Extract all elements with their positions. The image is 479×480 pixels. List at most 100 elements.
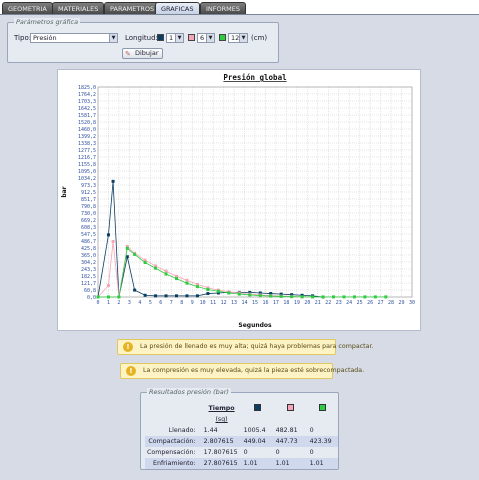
y-tick-label: 851,7 [81,197,96,203]
row-v2: 1.01 [273,458,308,469]
chart-container: Presión global 1825,0 1764,2 1703,3 1642,5 15… [57,69,421,331]
row-v3: 423.39 [307,436,338,447]
series-1-swatch [254,404,262,411]
y-tick-label: 1520,8 [78,120,96,126]
row-compactacion: Compactación: 2.807615 449.04 447.73 423… [145,436,338,447]
series-3-point [290,295,294,299]
x-tick-label: 7 [170,300,173,306]
x-tick-label: 2 [117,300,120,306]
x-tick-label: 27 [378,300,384,306]
y-tick-label: 0,0 [87,295,96,301]
chevron-down-icon: ▼ [175,34,183,42]
chevron-down-icon: ▼ [206,34,214,42]
series-3-point [373,295,377,299]
row-compensacion: Compensación: 17.807615 0 0 0 [145,447,338,458]
y-tick-label: 1764,2 [78,92,96,98]
y-tick-label: 1338,3 [78,141,96,147]
y-tick-label: 304,2 [81,260,96,266]
col-tiempo: Tiempo [208,405,235,412]
tipo-select[interactable]: Presión ▼ [30,33,118,43]
x-tick-label: 25 [357,300,363,306]
y-tick-label: 608,3 [81,225,96,231]
x-tick-label: 20 [304,300,310,306]
tab-graficas[interactable]: GRAFICAS [155,2,200,14]
row-label: Compensación: [147,449,196,456]
series-1-point [133,288,137,292]
x-tick-label: 5 [149,300,152,306]
row-enfriamiento: Enfriamiento: 27.807615 1.01 1.01 1.01 [145,458,338,469]
series-1-point [164,294,168,298]
tab-geometria[interactable]: GEOMETRIA [2,2,53,14]
row-v1: 1005.4 [243,427,266,434]
swatch-series-3 [219,34,226,41]
row-label: Compactación: [145,436,202,447]
y-axis-label: bar [61,186,68,197]
warning-icon: ! [123,342,133,352]
results-legend: Resultados presión (bar) [147,388,231,396]
y-tick-label: 547,5 [81,232,96,238]
y-tick-label: 1399,2 [78,134,96,140]
series-3-point [384,295,388,299]
y-tick-label: 1095,0 [78,169,96,175]
warning-icon: ! [126,366,136,376]
y-tick-label: 1034,2 [78,176,96,182]
pressure-chart: Presión global1825,01764,21703,31642,515… [61,73,415,329]
y-tick-label: 182,5 [81,274,96,280]
chevron-down-icon: ▼ [239,34,247,42]
series-3-point [164,272,168,276]
x-tick-label: 16 [262,300,268,306]
y-tick-label: 912,5 [81,190,96,196]
tab-materiales[interactable]: MATERIALES [52,2,105,14]
x-tick-label: 28 [388,300,394,306]
y-tick-label: 790,8 [81,204,96,210]
params-fieldset: Parámetros gráfica Tipo: Presión ▼ Longi… [7,18,279,63]
series-3-point [258,294,262,298]
tab-informes[interactable]: INFORMES [200,2,246,14]
series-3-point [227,291,231,295]
series-3-point [248,293,252,297]
y-tick-label: 486,7 [81,239,96,245]
row-v1: 1.01 [241,458,274,469]
warning-fill-text: La presión de llenado es muy alta; quizá… [140,343,374,350]
y-tick-label: 1703,3 [78,99,96,105]
series-2-point [111,240,115,244]
series-3-point [125,246,129,250]
series-3-point [133,252,137,256]
x-tick-label: 10 [200,300,206,306]
long-select-1[interactable]: 1 ▼ [166,33,184,43]
series-1-point [106,233,110,237]
col-unit: (sg) [215,416,228,423]
long-select-3[interactable]: 12 ▼ [228,33,248,43]
series-3-point [106,295,110,299]
tab-parametros[interactable]: PARAMETROS [104,2,161,14]
row-time: 2.807615 [201,436,242,447]
y-tick-label: 669,2 [81,218,96,224]
x-tick-label: 1 [107,300,110,306]
y-tick-label: 60,8 [84,288,96,294]
row-v1: 449.04 [241,436,274,447]
x-tick-label: 0 [96,300,99,306]
y-tick-label: 1825,0 [78,85,96,91]
dibujar-button[interactable]: ✎ Dibujar [122,48,163,59]
x-axis-label: Segundos [238,322,272,329]
row-time: 1.44 [203,427,218,434]
y-tick-label: 973,3 [81,183,96,189]
tipo-select-value: Presión [33,34,57,42]
y-tick-label: 1155,8 [78,162,96,168]
series-3-swatch [319,404,327,411]
tab-bar: GEOMETRIA MATERIALES PARAMETROS GRAFICAS… [0,0,479,14]
pencil-icon: ✎ [125,50,131,58]
series-2-point [164,269,168,273]
x-tick-label: 22 [325,300,331,306]
x-tick-label: 13 [231,300,237,306]
series-3-point [311,295,315,299]
row-time: 27.807615 [201,458,242,469]
series-3-point [269,294,273,298]
long-value-2: 6 [200,34,205,42]
params-legend: Parámetros gráfica [14,18,81,26]
y-tick-label: 730,0 [81,211,96,217]
row-llenado: Llenado: 1.44 1005.4 482.81 0 [145,425,338,436]
x-tick-label: 12 [221,300,227,306]
long-select-2[interactable]: 6 ▼ [197,33,215,43]
series-1-point [195,294,199,298]
